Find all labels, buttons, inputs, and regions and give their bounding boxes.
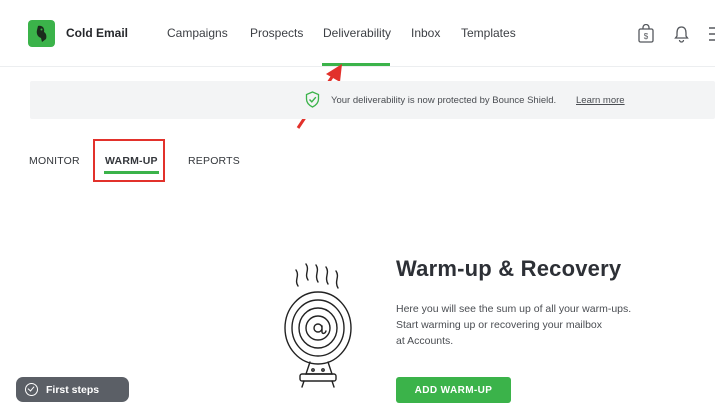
app-logo[interactable] xyxy=(28,20,55,47)
learn-more-link[interactable]: Learn more xyxy=(576,95,625,106)
tab-reports[interactable]: REPORTS xyxy=(188,155,240,167)
brand-name: Cold Email xyxy=(66,26,129,40)
annotation-highlight-box xyxy=(93,139,165,182)
bird-logo-icon xyxy=(36,25,47,42)
page-description: Here you will see the sum up of all your… xyxy=(396,303,632,347)
check-circle-icon xyxy=(25,383,38,396)
shield-check-icon xyxy=(305,91,320,113)
first-steps-button[interactable]: First steps xyxy=(16,377,129,402)
nav-inbox[interactable]: Inbox xyxy=(411,26,440,40)
nav-templates[interactable]: Templates xyxy=(461,26,516,40)
warm-up-illustration xyxy=(284,263,352,388)
first-steps-label: First steps xyxy=(46,383,100,396)
nav-campaigns[interactable]: Campaigns xyxy=(167,26,228,40)
menu-edge-icon[interactable] xyxy=(708,24,715,44)
nav-deliverability[interactable]: Deliverability xyxy=(323,26,391,40)
svg-text:$: $ xyxy=(644,32,649,41)
shop-bag-icon[interactable]: $ xyxy=(637,23,655,48)
bell-icon[interactable] xyxy=(673,25,690,48)
tab-monitor[interactable]: MONITOR xyxy=(29,155,80,167)
page-title: Warm-up & Recovery xyxy=(396,256,622,281)
nav-prospects[interactable]: Prospects xyxy=(250,26,303,40)
add-warm-up-button[interactable]: ADD WARM-UP xyxy=(396,377,511,403)
banner-message: Your deliverability is now protected by … xyxy=(331,95,557,106)
